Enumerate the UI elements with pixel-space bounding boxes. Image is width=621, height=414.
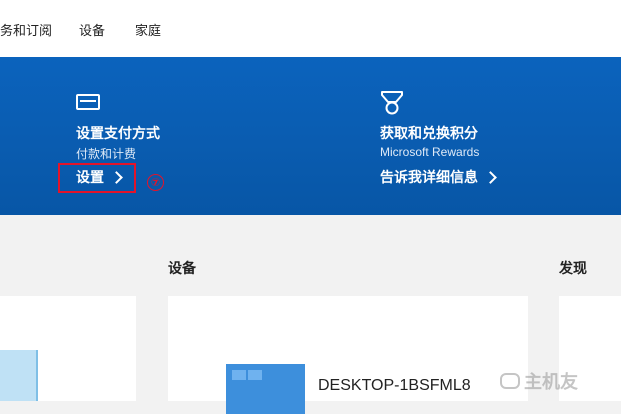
rewards-subtitle: Microsoft Rewards [380,145,480,159]
left-card-illustration [0,350,38,401]
nav-item-devices[interactable]: 设备 [79,20,105,39]
discover-section-title: 发现 [559,260,587,276]
chevron-right-icon [484,170,497,184]
credit-card-icon [76,94,100,110]
watermark-text: 主机友 [524,372,578,392]
highlight-box [58,163,136,193]
rewards-title: 获取和兑换积分 [380,125,478,141]
rewards-medal-icon [381,91,403,115]
nav-item-services-subscriptions[interactable]: 务和订阅 [0,20,52,39]
windows-pc-icon [226,364,305,414]
gamepad-icon [500,373,520,389]
top-nav-bar: 务和订阅 设备 家庭 [0,0,621,58]
devices-section-title: 设备 [168,260,196,276]
watermark: 主机友 [500,368,578,394]
payment-title: 设置支付方式 [76,125,160,141]
rewards-details-link[interactable]: 告诉我详细信息 [380,167,497,187]
device-name[interactable]: DESKTOP-1BSFML8 [318,377,471,395]
payment-subtitle: 付款和计费 [76,147,137,161]
promo-banner: 设置支付方式 付款和计费 设置 ⑦ 获取和兑换积分 Microsoft Rewa… [0,57,621,215]
nav-item-family[interactable]: 家庭 [135,20,161,39]
step-marker: ⑦ [147,174,164,191]
rewards-details-label: 告诉我详细信息 [380,169,478,185]
